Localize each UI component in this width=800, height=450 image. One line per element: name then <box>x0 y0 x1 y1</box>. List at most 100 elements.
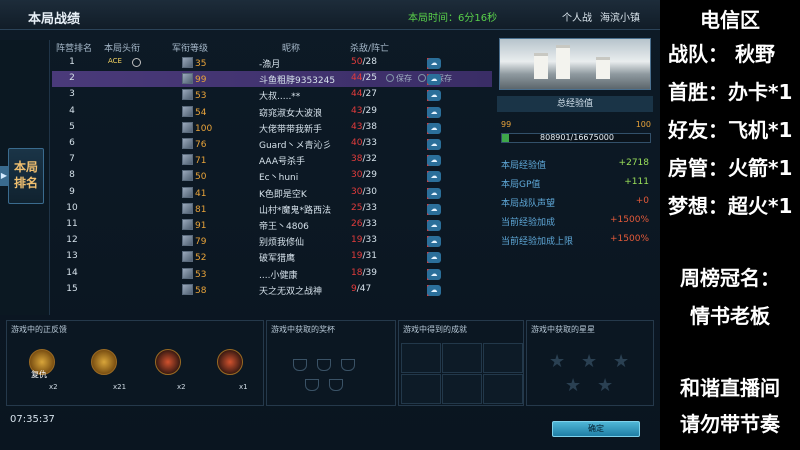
player-nick: 别烦我修仙 <box>259 238 305 249</box>
achievement-slot <box>442 343 482 373</box>
achievement-slot <box>401 374 441 404</box>
rank-insignia-icon <box>182 219 193 230</box>
rank-insignia-icon <box>182 235 193 247</box>
rank-level: 91 <box>182 219 206 231</box>
cloud-icon[interactable]: ☁ <box>427 74 441 86</box>
level-number: 50 <box>195 172 207 183</box>
cloud-icon[interactable]: ☁ <box>427 268 441 280</box>
level-number: 71 <box>195 156 207 167</box>
stat-value: +1500% <box>610 215 649 225</box>
kills: 18 <box>351 267 363 278</box>
table-row[interactable]: 1558天之无双之战神9/47+!☁ <box>52 282 492 298</box>
table-row[interactable]: 1ACE35-漁月50/28+!☁ <box>52 55 492 71</box>
cloud-icon[interactable]: ☁ <box>427 171 441 183</box>
table-row[interactable]: 771AAA号杀手38/32+!☁ <box>52 152 492 168</box>
achievement-slot <box>401 343 441 373</box>
ace-badge: ACE <box>108 57 122 65</box>
stat-label: 本局经验值 <box>501 161 547 171</box>
table-row[interactable]: 1352破军猎鹰19/31+!☁ <box>52 249 492 265</box>
window-title: 本局战绩 <box>28 12 81 27</box>
table-row[interactable]: 299斗鱼粗脖935324544/25保存不保存+!☁ <box>52 71 492 88</box>
table-row[interactable]: 454窈窕淑女大波浪43/29+!☁ <box>52 104 492 120</box>
cloud-icon[interactable]: ☁ <box>427 187 441 199</box>
deaths: /29 <box>362 170 377 181</box>
cloud-icon[interactable]: ☁ <box>427 236 441 248</box>
deaths: /31 <box>362 251 377 262</box>
table-row[interactable]: 353大叔.....**44/27+!☁ <box>52 87 492 103</box>
player-nick: ....小健康 <box>259 270 298 281</box>
kills: 26 <box>351 219 363 229</box>
cloud-icon[interactable]: ☁ <box>427 90 441 102</box>
rank-level: 79 <box>182 235 206 247</box>
row-rank: 11 <box>66 219 78 229</box>
col-kd: 杀敌/阵亡 <box>350 44 390 54</box>
star-icon: ★ <box>597 375 614 396</box>
table-row[interactable]: 676Guard丶メ青沁彡40/33+!☁ <box>52 136 492 152</box>
stat-row: 本局经验值 +2718 <box>501 158 651 172</box>
fire-medal-icon <box>217 349 243 375</box>
table-row[interactable]: 850Ec丶huni30/29+!☁ <box>52 168 492 184</box>
kill-death: 40/33 <box>351 138 377 148</box>
player-nick: 帝王丶4806 <box>259 222 309 232</box>
rank-level: 76 <box>182 138 206 150</box>
kills: 50 <box>351 57 363 67</box>
row-rank: 8 <box>69 170 75 181</box>
round-time: 本局时间：6分16秒 <box>408 13 498 24</box>
stat-value: +1500% <box>610 234 649 244</box>
cloud-icon[interactable]: ☁ <box>427 58 441 69</box>
medal-name: 复仇 <box>31 370 47 379</box>
cloud-icon[interactable]: ☁ <box>427 122 441 134</box>
cloud-icon[interactable]: ☁ <box>427 203 441 215</box>
bottom-panels: 游戏中的正反馈 复仇 x2 x21 x2 x1 游戏中获取的奖杯 游戏中得到的成… <box>6 320 656 410</box>
bomb-medal-icon <box>155 349 181 375</box>
kill-death: 38/32 <box>351 154 377 164</box>
level-number: 81 <box>195 204 207 215</box>
rank-insignia-icon <box>182 105 193 117</box>
stat-row: 本局GP值 +111 <box>501 177 651 191</box>
exp-text: 808901/16675000 <box>540 133 614 142</box>
rank-level: 50 <box>182 170 206 182</box>
player-nick: 天之无双之战神 <box>259 286 323 297</box>
achievement-slot <box>483 374 523 404</box>
save-radio[interactable] <box>386 74 394 83</box>
table-row[interactable]: 1453....小健康18/39+!☁ <box>52 266 492 282</box>
player-nick: 大佬带带我新手 <box>259 124 323 135</box>
row-rank: 14 <box>66 267 78 278</box>
stat-label: 当前经验加成 <box>501 218 556 228</box>
stat-label: 本局GP值 <box>501 180 541 190</box>
exp-header: 总经验值 <box>497 96 653 112</box>
confirm-button[interactable]: 确定 <box>552 421 640 437</box>
deaths: /47 <box>356 283 372 294</box>
cloud-icon[interactable]: ☁ <box>427 155 441 167</box>
player-nick: K色即是空K <box>259 189 307 200</box>
trophy-panel: 游戏中获取的奖杯 <box>266 320 396 406</box>
nosave-radio[interactable] <box>418 74 426 83</box>
stat-row: 当前经验加成 +1500% <box>501 215 651 229</box>
kills: 30 <box>351 186 363 197</box>
cloud-icon[interactable]: ☁ <box>427 139 441 150</box>
collapse-arrow-icon[interactable]: ▶ <box>0 166 8 186</box>
game-mode: 个人战 <box>562 13 592 24</box>
table-row[interactable]: 941K色即是空K30/30+!☁ <box>52 185 492 201</box>
cloud-icon[interactable]: ☁ <box>427 106 441 118</box>
stars-header: 游戏中获取的星星 <box>531 325 595 334</box>
rank-insignia-icon <box>182 57 193 68</box>
cloud-icon[interactable]: ☁ <box>427 252 441 264</box>
table-row[interactable]: 1191帝王丶480626/33+!☁ <box>52 217 492 233</box>
table-row[interactable]: 5100大佬带带我新手43/38+!☁ <box>52 120 492 136</box>
row-rank: 3 <box>69 89 75 100</box>
table-row[interactable]: 1081山村*魔鬼*路西法25/33+!☁ <box>52 201 492 217</box>
table-row[interactable]: 1279别烦我修仙19/33+!☁ <box>52 233 492 249</box>
deaths: /27 <box>362 89 377 100</box>
stat-value: +0 <box>635 196 649 206</box>
level-number: 52 <box>195 253 207 264</box>
stat-row: 本局战队声望 +0 <box>501 196 651 210</box>
tab-ranking[interactable]: 本局排名 <box>8 148 44 204</box>
exp-bar: 808901/16675000 <box>501 133 651 143</box>
cloud-icon[interactable]: ☁ <box>427 284 441 296</box>
overlay-line-5: 房管：火箭*1 <box>668 156 793 180</box>
rank-level: 58 <box>182 283 206 296</box>
kill-death: 9/47 <box>351 284 371 294</box>
feedback-header: 游戏中的正反馈 <box>11 325 67 334</box>
cloud-icon[interactable]: ☁ <box>427 220 441 231</box>
